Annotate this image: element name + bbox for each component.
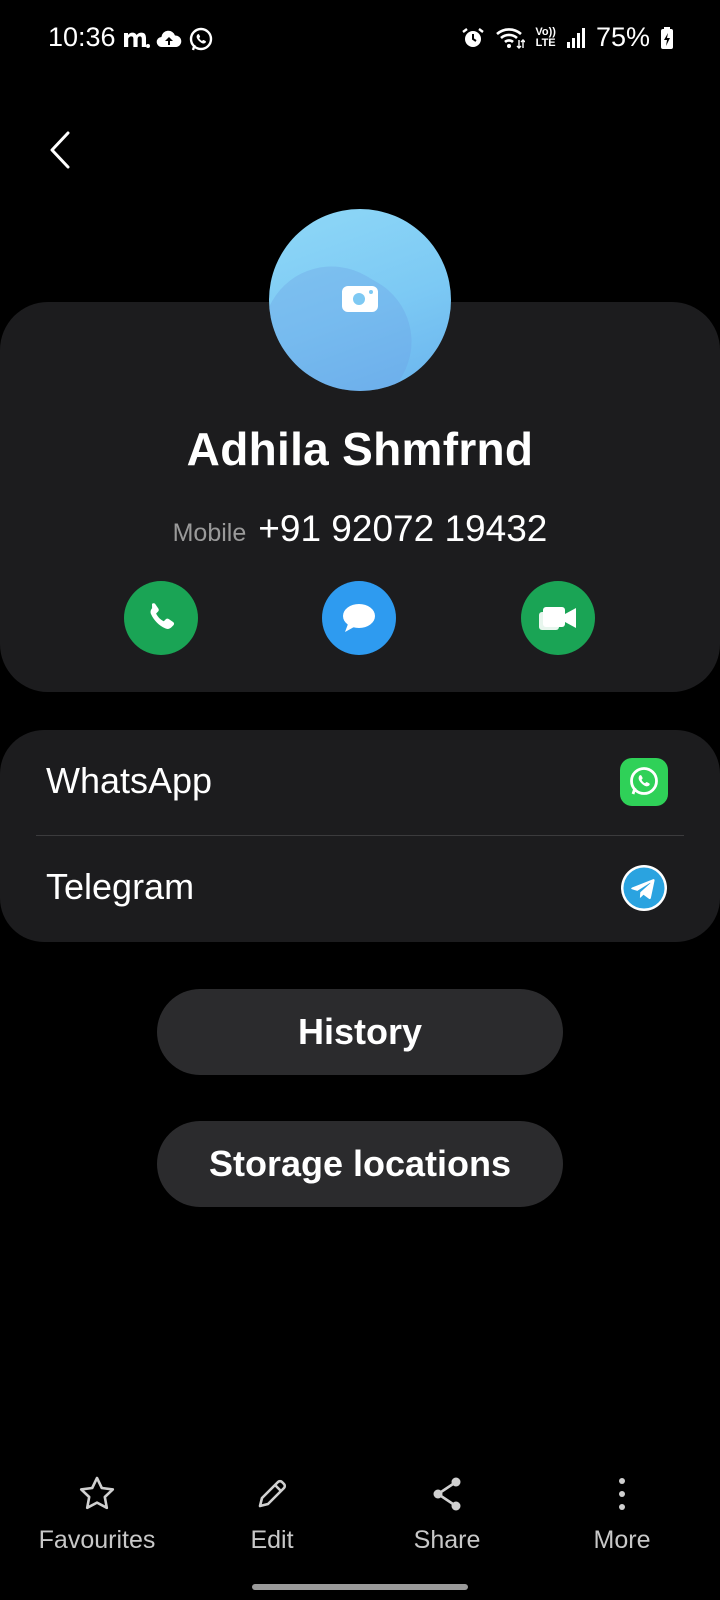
call-button[interactable] xyxy=(124,581,198,655)
app-label-telegram: Telegram xyxy=(46,866,195,907)
contact-avatar[interactable] xyxy=(269,209,451,391)
wifi-icon xyxy=(495,26,526,50)
alarm-icon xyxy=(461,26,485,50)
star-icon xyxy=(77,1474,117,1514)
pencil-icon xyxy=(252,1474,292,1514)
message-bubble-icon xyxy=(340,601,378,635)
favourites-label: Favourites xyxy=(38,1526,156,1554)
edit-button[interactable]: Edit xyxy=(187,1470,357,1555)
volte-icon: Vo)) LTE xyxy=(535,25,556,49)
storage-locations-button[interactable]: Storage locations xyxy=(157,1121,563,1207)
contact-name: Adhila Shmfrnd xyxy=(186,423,534,475)
share-icon xyxy=(427,1474,467,1514)
more-options-button[interactable]: More xyxy=(537,1470,707,1555)
phone-number[interactable]: +91 92072 19432 xyxy=(258,508,547,550)
phone-row: Mobile +91 92072 19432 xyxy=(0,508,720,550)
telegram-icon xyxy=(620,864,668,912)
app-label-whatsapp: WhatsApp xyxy=(46,760,213,801)
more-vertical-icon xyxy=(602,1474,642,1514)
phone-type-label: Mobile xyxy=(172,519,247,547)
more-label: More xyxy=(593,1526,651,1554)
home-indicator[interactable] xyxy=(252,1584,468,1590)
status-bar: 10:36 Vo)) LTE 75% xyxy=(0,0,720,80)
history-button[interactable]: History xyxy=(157,989,563,1075)
phone-icon xyxy=(143,600,179,636)
chevron-left-icon xyxy=(48,130,72,170)
whatsapp-icon xyxy=(620,758,668,806)
favourites-button[interactable]: Favourites xyxy=(12,1470,182,1555)
share-label: Share xyxy=(413,1526,481,1554)
linked-apps-card: WhatsApp Telegram xyxy=(0,730,720,942)
app-row-telegram[interactable]: Telegram xyxy=(0,836,720,942)
signal-icon xyxy=(566,27,586,49)
system-icons: Vo)) LTE 75% xyxy=(461,22,674,53)
whatsapp-icon xyxy=(188,26,214,52)
battery-percent: 75% xyxy=(595,22,650,52)
video-call-button[interactable] xyxy=(521,581,595,655)
camera-icon xyxy=(341,283,379,313)
bottom-action-bar: Favourites Edit Share More xyxy=(0,1470,720,1570)
message-button[interactable] xyxy=(322,581,396,655)
video-camera-icon xyxy=(537,602,579,634)
volte-top: Vo)) xyxy=(535,25,556,38)
back-button[interactable] xyxy=(40,122,80,178)
app-row-whatsapp[interactable]: WhatsApp xyxy=(0,730,720,836)
cloud-sync-icon xyxy=(156,28,182,50)
edit-label: Edit xyxy=(250,1526,294,1554)
notification-icons xyxy=(122,26,214,52)
m-icon xyxy=(122,27,150,51)
volte-bottom: LTE xyxy=(535,36,556,49)
status-time: 10:36 xyxy=(48,22,116,52)
share-button[interactable]: Share xyxy=(362,1470,532,1555)
battery-charging-icon xyxy=(660,26,674,50)
